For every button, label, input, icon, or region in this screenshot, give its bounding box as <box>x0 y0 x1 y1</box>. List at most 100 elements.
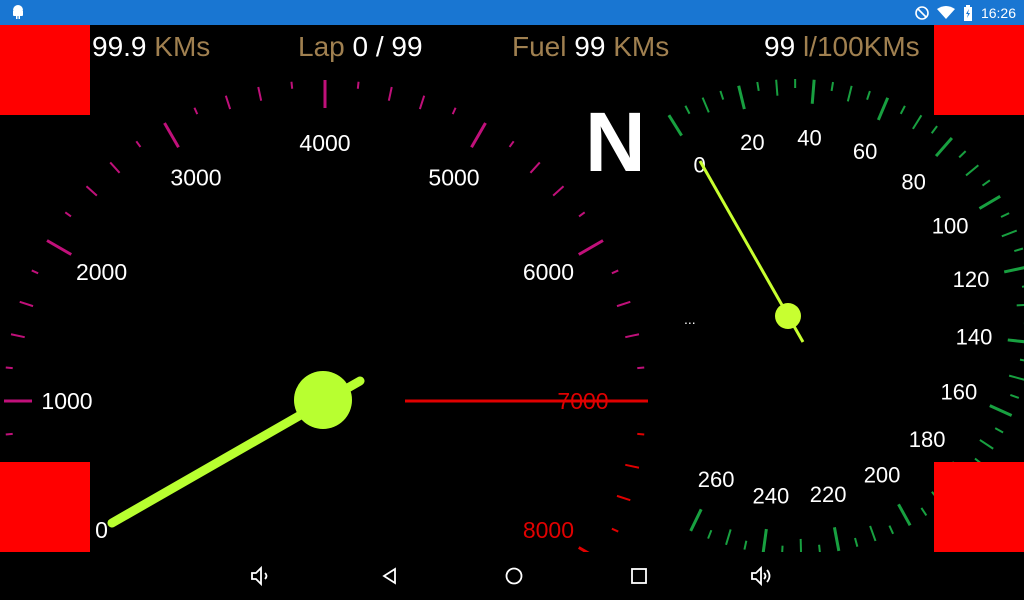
volume-up-icon[interactable] <box>750 564 774 588</box>
gauges-canvas: 010002000300040005000600070008000 020 406… <box>4 78 1024 552</box>
speed-needle <box>698 160 805 343</box>
speed-label-260: 260 <box>698 467 735 492</box>
speed-minor-tick <box>920 507 928 517</box>
rpm-minor-tick <box>508 140 515 148</box>
rpm-major-tick <box>46 239 73 256</box>
speed-minor-tick <box>1019 358 1024 362</box>
rpm-major-tick <box>577 239 604 256</box>
speed-major-tick <box>1007 338 1024 344</box>
status-dots: ... <box>684 311 696 327</box>
rpm-minor-tick <box>529 161 541 174</box>
rpm-minor-tick <box>19 300 34 308</box>
consumption-value: 99 <box>764 31 796 62</box>
home-icon[interactable] <box>502 564 526 588</box>
lap-label: Lap <box>298 31 345 62</box>
rpm-label-3000: 3000 <box>170 165 221 191</box>
rpm-minor-tick <box>135 140 142 148</box>
speed-major-tick <box>667 114 683 137</box>
speed-minor-tick <box>888 525 895 535</box>
consumption-readout: 99 l/100KMs <box>764 31 920 63</box>
navigation-bar <box>0 552 1024 600</box>
rpm-minor-tick <box>387 86 393 101</box>
speed-minor-tick <box>707 529 713 539</box>
speed-label-60: 60 <box>853 139 877 164</box>
speed-label-20: 20 <box>740 130 764 155</box>
distance-readout: 99.9 KMs <box>92 31 210 63</box>
lap-value: 0 / 99 <box>352 31 423 62</box>
speed-minor-tick <box>725 529 732 546</box>
speed-needle-hub <box>775 303 801 329</box>
back-icon[interactable] <box>378 564 402 588</box>
rpm-minor-tick <box>418 95 426 110</box>
gear-indicator: N <box>585 95 646 189</box>
speed-major-tick <box>737 85 746 110</box>
speed-major-tick <box>897 503 912 527</box>
speed-minor-tick <box>701 97 710 113</box>
speed-minor-tick <box>830 81 835 92</box>
volume-down-icon[interactable] <box>249 564 273 588</box>
speed-minor-tick <box>854 537 859 547</box>
speed-minor-tick <box>979 439 994 450</box>
speed-minor-tick <box>846 85 853 102</box>
fuel-value: 99 <box>574 31 606 62</box>
speed-label-120: 120 <box>953 267 990 292</box>
fuel-label: Fuel <box>512 31 567 62</box>
speed-minor-tick <box>743 540 748 550</box>
speed-major-tick <box>832 527 841 552</box>
speed-major-tick <box>978 195 1001 210</box>
recents-icon[interactable] <box>627 564 651 588</box>
speed-gauge-labels: 020 406080100120140160180200220240260 <box>693 126 992 509</box>
speed-major-tick <box>761 528 768 552</box>
speed-major-tick <box>876 97 890 121</box>
speed-minor-tick <box>1001 229 1018 238</box>
battery-charging-icon <box>963 4 972 21</box>
status-time: 16:26 <box>980 4 1016 21</box>
speed-label-140: 140 <box>956 324 993 349</box>
speed-minor-tick <box>866 90 871 100</box>
bottom-left-red-button[interactable] <box>0 462 90 552</box>
speed-minor-tick <box>965 164 979 177</box>
top-right-red-button[interactable] <box>934 25 1024 115</box>
speed-minor-tick <box>994 427 1004 434</box>
speed-label-100: 100 <box>932 214 969 239</box>
rpm-label-0: 0 <box>95 517 108 543</box>
speed-minor-tick <box>775 79 779 96</box>
speed-label-180: 180 <box>909 427 946 452</box>
speed-major-tick <box>689 508 703 532</box>
rpm-minor-tick <box>356 81 360 89</box>
rpm-minor-tick <box>64 211 72 218</box>
wifi-icon <box>936 5 955 19</box>
speed-minor-tick <box>719 90 725 100</box>
speed-label-80: 80 <box>901 170 925 195</box>
speed-minor-tick <box>1000 212 1010 218</box>
rpm-minor-tick <box>578 211 586 218</box>
rpm-minor-tick <box>290 81 294 89</box>
android-icon <box>13 5 23 19</box>
rpm-minor-tick <box>5 432 13 436</box>
speed-major-tick <box>989 404 1013 417</box>
fuel-readout: Fuel 99 KMs <box>512 31 669 63</box>
speed-minor-tick <box>1016 303 1024 307</box>
speed-minor-tick <box>899 105 906 115</box>
speed-major-tick <box>1003 266 1024 274</box>
rpm-minor-tick <box>224 95 232 110</box>
dashboard: 0 1000 2000 3000 4000 5000 6000 7000 8000 0 20 40 6… <box>0 25 1024 552</box>
do-not-disturb-icon <box>915 5 929 20</box>
rpm-label-2000: 2000 <box>76 259 127 285</box>
speed-minor-tick <box>912 114 923 130</box>
rpm-minor-tick <box>109 161 121 174</box>
speed-label-200: 200 <box>864 463 901 488</box>
rpm-gauge-labels: 010002000300040005000600070008000 <box>41 130 608 543</box>
rpm-major-tick <box>163 122 180 149</box>
rpm-minor-tick <box>637 432 645 436</box>
rpm-minor-tick <box>552 185 565 197</box>
bottom-right-red-button[interactable] <box>934 462 1024 552</box>
top-left-red-button[interactable] <box>0 25 90 115</box>
rpm-label-6000: 6000 <box>523 259 574 285</box>
distance-unit: KMs <box>154 31 211 62</box>
consumption-unit: l/100KMs <box>802 31 920 62</box>
speed-minor-tick <box>869 525 877 542</box>
lap-readout: Lap 0 / 99 <box>298 31 423 63</box>
rpm-minor-tick <box>616 300 631 308</box>
fuel-unit: KMs <box>613 31 670 62</box>
